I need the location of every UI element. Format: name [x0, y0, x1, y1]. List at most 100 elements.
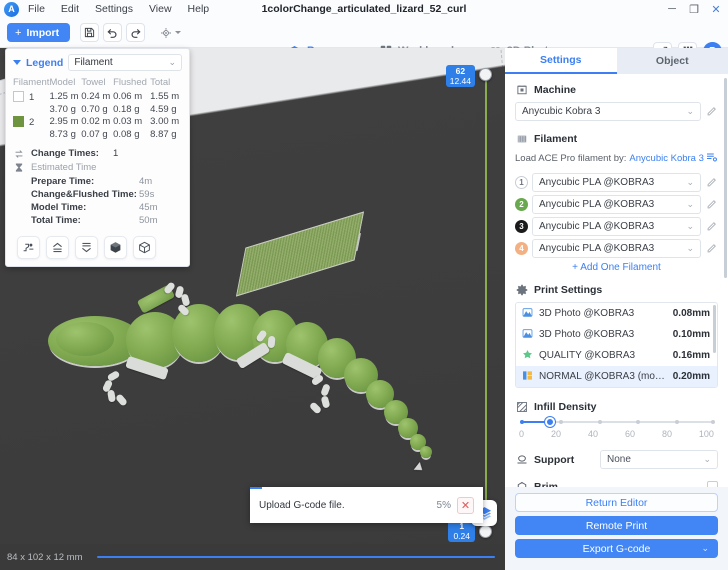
export-gcode-button[interactable]: Export G-code ⌄ — [515, 539, 718, 558]
menu-item-settings[interactable]: Settings — [95, 3, 133, 15]
horizontal-progress-bar[interactable] — [96, 556, 495, 558]
total-time-value: 50m — [139, 215, 158, 226]
filament-slot-2-edit-pencil-icon[interactable] — [705, 199, 718, 210]
filament-2-model-m: 2.95 m — [49, 116, 79, 127]
upload-message: Upload G-code file. — [259, 499, 345, 511]
arrange-tool-button[interactable] — [160, 27, 182, 39]
filament-slot-1-select[interactable]: Anycubic PLA @KOBRA3 ⌄ — [532, 173, 701, 192]
ace-pro-icon[interactable] — [705, 151, 718, 166]
layer-slider[interactable]: 62 12.44 1 0.24 — [445, 62, 493, 542]
settings-scroll-area[interactable]: Machine Anycubic Kobra 3 ⌄ Filament Load… — [505, 74, 728, 487]
layer-slider-bottom-handle[interactable] — [479, 525, 492, 538]
infill-slider-knob[interactable] — [545, 417, 556, 427]
redo-button[interactable] — [126, 23, 146, 42]
undo-button[interactable] — [103, 23, 123, 42]
filament-slot-3-select[interactable]: Anycubic PLA @KOBRA3 ⌄ — [532, 217, 701, 236]
print-profile-row-3[interactable]: QUALITY @KOBRA3 0.16mm — [516, 345, 717, 366]
infill-slider-track[interactable] — [518, 417, 716, 427]
table-row[interactable]: 1 1.25 m 0.24 m 0.06 m 1.55 m — [13, 91, 182, 104]
gear-icon — [515, 283, 528, 296]
infill-icon — [515, 400, 528, 413]
print-settings-section-title: Print Settings — [534, 283, 603, 296]
time-estimates: Change Times: 1 Estimated Time Prepare T… — [13, 148, 182, 226]
import-button[interactable]: + Import — [7, 23, 71, 42]
minimize-button[interactable]: ─ — [662, 1, 682, 17]
brim-checkbox[interactable] — [707, 481, 718, 487]
print-profile-scrollbar[interactable] — [713, 305, 716, 353]
filament-slot-4-edit-pencil-icon[interactable] — [705, 243, 718, 254]
filament-2-swatch[interactable] — [13, 116, 24, 127]
filament-slot-4-badge[interactable]: 4 — [515, 242, 528, 255]
filament-1-swatch[interactable] — [13, 91, 24, 102]
menu-item-file[interactable]: File — [28, 3, 45, 15]
print-profile-row-1[interactable]: 3D Photo @KOBRA3 0.08mm — [516, 303, 717, 324]
return-editor-button[interactable]: Return Editor — [515, 493, 718, 512]
settings-panel: Settings Object Machine Anycubic Kobra 3… — [505, 48, 728, 570]
bottom-layers-icon[interactable] — [75, 236, 98, 259]
support-select[interactable]: None ⌄ — [600, 450, 718, 469]
filament-slot-2-select[interactable]: Anycubic PLA @KOBRA3 ⌄ — [532, 195, 701, 214]
layer-slider-top-handle[interactable] — [479, 68, 492, 81]
menu-item-edit[interactable]: Edit — [61, 3, 79, 15]
close-button[interactable]: ✕ — [706, 1, 726, 17]
print-profile-value-2: 0.10mm — [672, 329, 710, 340]
filament-slot-1-edit-pencil-icon[interactable] — [705, 177, 718, 188]
cancel-upload-button[interactable]: ✕ — [457, 496, 474, 514]
print-profile-row-2[interactable]: 3D Photo @KOBRA3 0.10mm — [516, 324, 717, 345]
print-profile-name-4: NORMAL @KOBRA3 (modif… — [539, 371, 667, 382]
save-button[interactable] — [80, 23, 100, 42]
filament-slot-1: 1 Anycubic PLA @KOBRA3 ⌄ — [515, 173, 718, 192]
brim-label: Brim — [534, 480, 558, 488]
solid-model-icon[interactable] — [104, 236, 127, 259]
nozzle-move-icon[interactable] — [17, 236, 40, 259]
top-layers-icon[interactable] — [46, 236, 69, 259]
menu-item-view[interactable]: View — [149, 3, 172, 15]
maximize-button[interactable]: ❐ — [684, 1, 704, 17]
machine-edit-pencil-icon[interactable] — [705, 106, 718, 117]
filament-slot-3-badge[interactable]: 3 — [515, 220, 528, 233]
filament-slot-2-badge[interactable]: 2 — [515, 198, 528, 211]
filament-slot-1-badge[interactable]: 1 — [515, 176, 528, 189]
layer-slider-track[interactable] — [485, 72, 487, 530]
plus-icon: + — [15, 26, 22, 39]
lizard-model[interactable] — [30, 281, 450, 478]
change-flushed-time-label: Change&Flushed Time: — [31, 189, 137, 200]
filament-1-cell[interactable]: 1 — [13, 91, 49, 104]
filament-section-header: Filament — [515, 132, 718, 145]
remote-print-button[interactable]: Remote Print — [515, 516, 718, 535]
filament-slot-4-select[interactable]: Anycubic PLA @KOBRA3 ⌄ — [532, 239, 701, 258]
legend-panel: Legend Filament ⌄ Filament Model Towel F… — [5, 48, 190, 267]
filament-2-cell[interactable]: 2 — [13, 116, 49, 129]
print-profile-list[interactable]: 3D Photo @KOBRA3 0.08mm 3D Photo @KOBRA3… — [515, 302, 718, 388]
filament-usage-table: Filament Model Towel Flushed Total 1 1.2… — [13, 77, 182, 141]
table-row[interactable]: 2 2.95 m 0.02 m 0.03 m 3.00 m — [13, 116, 182, 129]
chevron-down-icon: ⌄ — [701, 543, 709, 553]
filament-2-model-g: 8.73 g — [49, 129, 76, 140]
prepare-time-label: Prepare Time: — [31, 176, 95, 187]
hourglass-icon — [13, 162, 25, 173]
settings-panel-footer: Return Editor Remote Print Export G-code… — [505, 487, 728, 570]
brim-row: Brim — [515, 480, 718, 487]
machine-value: Anycubic Kobra 3 — [522, 106, 601, 117]
change-times-row: Change Times: 1 — [13, 148, 182, 159]
wireframe-box-icon[interactable] — [133, 236, 156, 259]
prepare-time-row: Prepare Time: 4m — [31, 176, 182, 187]
add-one-filament-button[interactable]: + Add One Filament — [515, 262, 718, 273]
filament-slot-4: 4 Anycubic PLA @KOBRA3 ⌄ — [515, 239, 718, 258]
tab-settings[interactable]: Settings — [505, 48, 617, 74]
tab-object[interactable]: Object — [616, 48, 728, 74]
collapse-triangle-icon[interactable] — [13, 60, 21, 65]
print-profile-row-4[interactable]: NORMAL @KOBRA3 (modif… 0.20mm — [516, 366, 717, 387]
infill-tick-60: 60 — [624, 429, 635, 439]
infill-density-slider[interactable]: 0 20 40 60 80 100 — [515, 417, 718, 439]
machine-select[interactable]: Anycubic Kobra 3 ⌄ — [515, 102, 701, 121]
app-logo-icon: A — [4, 1, 19, 17]
legend-mode-select[interactable]: Filament ⌄ — [68, 54, 182, 71]
bottom-layer-height: 0.24 — [453, 531, 470, 541]
load-ace-pro-link[interactable]: Anycubic Kobra 3 — [629, 153, 703, 164]
table-header-row: Filament Model Towel Flushed Total — [13, 77, 182, 91]
filament-slot-3-edit-pencil-icon[interactable] — [705, 221, 718, 232]
settings-scrollbar[interactable] — [724, 78, 727, 278]
filament-1-flushed-g: 0.18 g — [113, 104, 140, 115]
menu-item-help[interactable]: Help — [188, 3, 210, 15]
